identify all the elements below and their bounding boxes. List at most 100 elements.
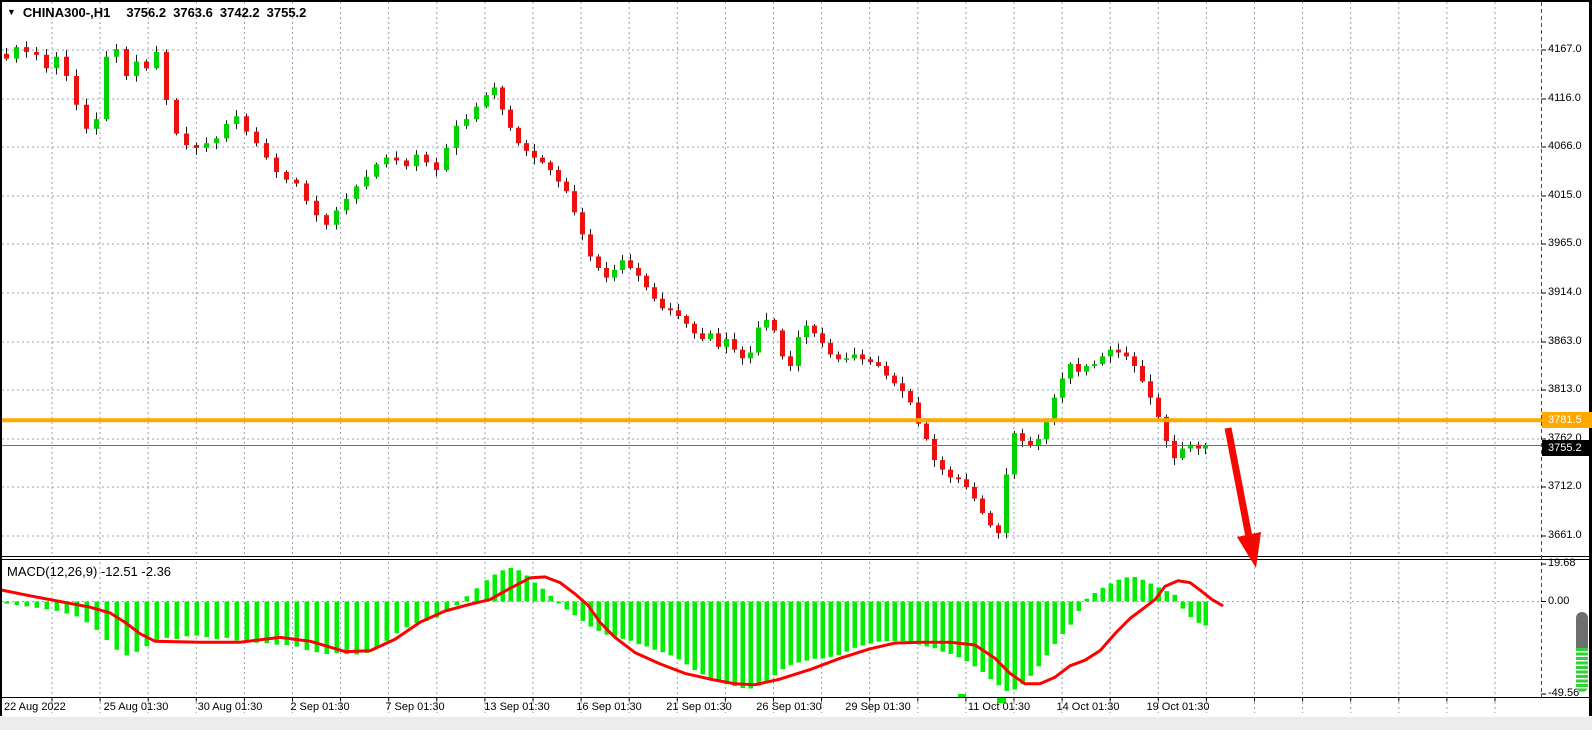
macd-histogram-bar [845, 602, 850, 652]
candle-down [956, 477, 961, 479]
candle-up [104, 57, 109, 119]
macd-histogram-bar [375, 602, 380, 649]
orange-level-line[interactable] [2, 418, 1545, 422]
time-axis-label: 22 Aug 2022 [4, 701, 66, 713]
macd-histogram-bar [1101, 588, 1106, 602]
macd-histogram-bar [35, 602, 40, 608]
macd-histogram-bar [255, 602, 260, 643]
macd-histogram-bar [1189, 602, 1194, 618]
macd-histogram-bar [501, 570, 506, 601]
macd-histogram-bar [175, 602, 180, 639]
macd-histogram-bar [949, 602, 954, 655]
candle-up [804, 326, 809, 338]
macd-histogram-bar [581, 602, 586, 621]
macd-histogram-bar [661, 602, 666, 653]
macd-histogram-bar [541, 589, 546, 602]
candle-down [194, 145, 199, 148]
candle-down [264, 143, 269, 157]
candle-down [556, 170, 561, 182]
candle-up [374, 164, 379, 176]
candle-up [134, 62, 139, 76]
window-border-left [0, 0, 2, 716]
macd-histogram-bar [265, 602, 270, 644]
price-axis-label: 3712.0 [1548, 480, 1582, 492]
macd-axis-label: 19.68 [1548, 557, 1576, 569]
candle-up [1100, 356, 1105, 364]
candle-down [876, 362, 881, 366]
candle-down [636, 268, 641, 276]
time-axis-label: 2 Sep 01:30 [290, 701, 349, 713]
macd-histogram-bar [989, 602, 994, 680]
volume-widget[interactable] [1576, 612, 1588, 692]
candle-down [1148, 381, 1153, 397]
macd-histogram-bar [55, 602, 60, 611]
candle-down [24, 47, 29, 52]
candle-down [892, 376, 897, 384]
macd-histogram-bar [1165, 591, 1170, 601]
macd-histogram-bar [733, 602, 738, 687]
candle-down [940, 460, 945, 470]
candle-down [772, 320, 777, 331]
candle-up [384, 158, 389, 165]
symbol-dropdown-icon[interactable]: ▼ [7, 7, 16, 17]
candle-up [1036, 439, 1041, 446]
chart-canvas[interactable] [0, 0, 1592, 730]
macd-histogram-bar [1077, 602, 1082, 611]
candle-down [1116, 350, 1121, 353]
candle-up [748, 353, 753, 359]
candle-down [812, 326, 817, 334]
candle-down [64, 57, 69, 76]
candle-down [604, 268, 609, 278]
macd-histogram-bar [365, 602, 370, 653]
price-axis-label: 3813.0 [1548, 383, 1582, 395]
candle-down [424, 155, 429, 163]
candle-down [588, 234, 593, 256]
time-axis-label: 21 Sep 01:30 [666, 701, 731, 713]
candle-down [964, 479, 969, 487]
macd-histogram-bar [693, 602, 698, 671]
candle-down [676, 310, 681, 316]
symbol-timeframe-label: CHINA300-,H1 [23, 5, 110, 20]
candle-up [204, 143, 209, 148]
macd-histogram-bar [1093, 593, 1098, 602]
macd-histogram-bar [885, 602, 890, 642]
macd-histogram-bar [821, 602, 826, 659]
macd-axis-label: 0.00 [1548, 595, 1569, 607]
candle-down [1028, 441, 1033, 446]
candle-up [1012, 433, 1017, 474]
trend-arrow-shaft[interactable] [1228, 428, 1249, 537]
chart-title: ▼ CHINA300-,H1 3756.2 3763.6 3742.2 3755… [7, 5, 306, 20]
price-axis-label: 3965.0 [1548, 237, 1582, 249]
macd-histogram-bar [837, 602, 842, 655]
macd-histogram-bar [125, 602, 130, 656]
macd-histogram-bar [485, 580, 490, 601]
macd-histogram-bar [645, 602, 650, 647]
candle-up [1060, 378, 1065, 397]
macd-histogram-bar [5, 602, 10, 604]
candle-down [780, 330, 785, 356]
candle-down [860, 354, 865, 359]
macd-histogram-bar [355, 602, 360, 655]
macd-histogram-bar [1029, 602, 1034, 676]
macd-histogram-bar [773, 602, 778, 676]
macd-histogram-bar [305, 602, 310, 650]
macd-indicator-label: MACD(12,26,9) -12.51 -2.36 [7, 564, 171, 579]
trend-arrow-head[interactable] [1237, 532, 1261, 568]
macd-histogram-bar [45, 602, 50, 610]
candle-down [700, 333, 705, 339]
candle-up [464, 119, 469, 126]
candle-down [144, 62, 149, 69]
quote-close: 3755.2 [267, 5, 307, 20]
macd-histogram-bar [185, 602, 190, 637]
candle-down [84, 105, 89, 129]
macd-histogram-bar [395, 602, 400, 634]
candle-up [14, 47, 19, 59]
macd-histogram-bar [15, 602, 20, 606]
macd-histogram-bar [925, 602, 930, 647]
macd-histogram-bar [749, 602, 754, 689]
candle-up [484, 95, 489, 107]
candle-down [596, 256, 601, 268]
macd-histogram-bar [869, 602, 874, 644]
quote-low: 3742.2 [220, 5, 260, 20]
terminal-window: ▼ CHINA300-,H1 3756.2 3763.6 3742.2 3755… [0, 0, 1592, 730]
